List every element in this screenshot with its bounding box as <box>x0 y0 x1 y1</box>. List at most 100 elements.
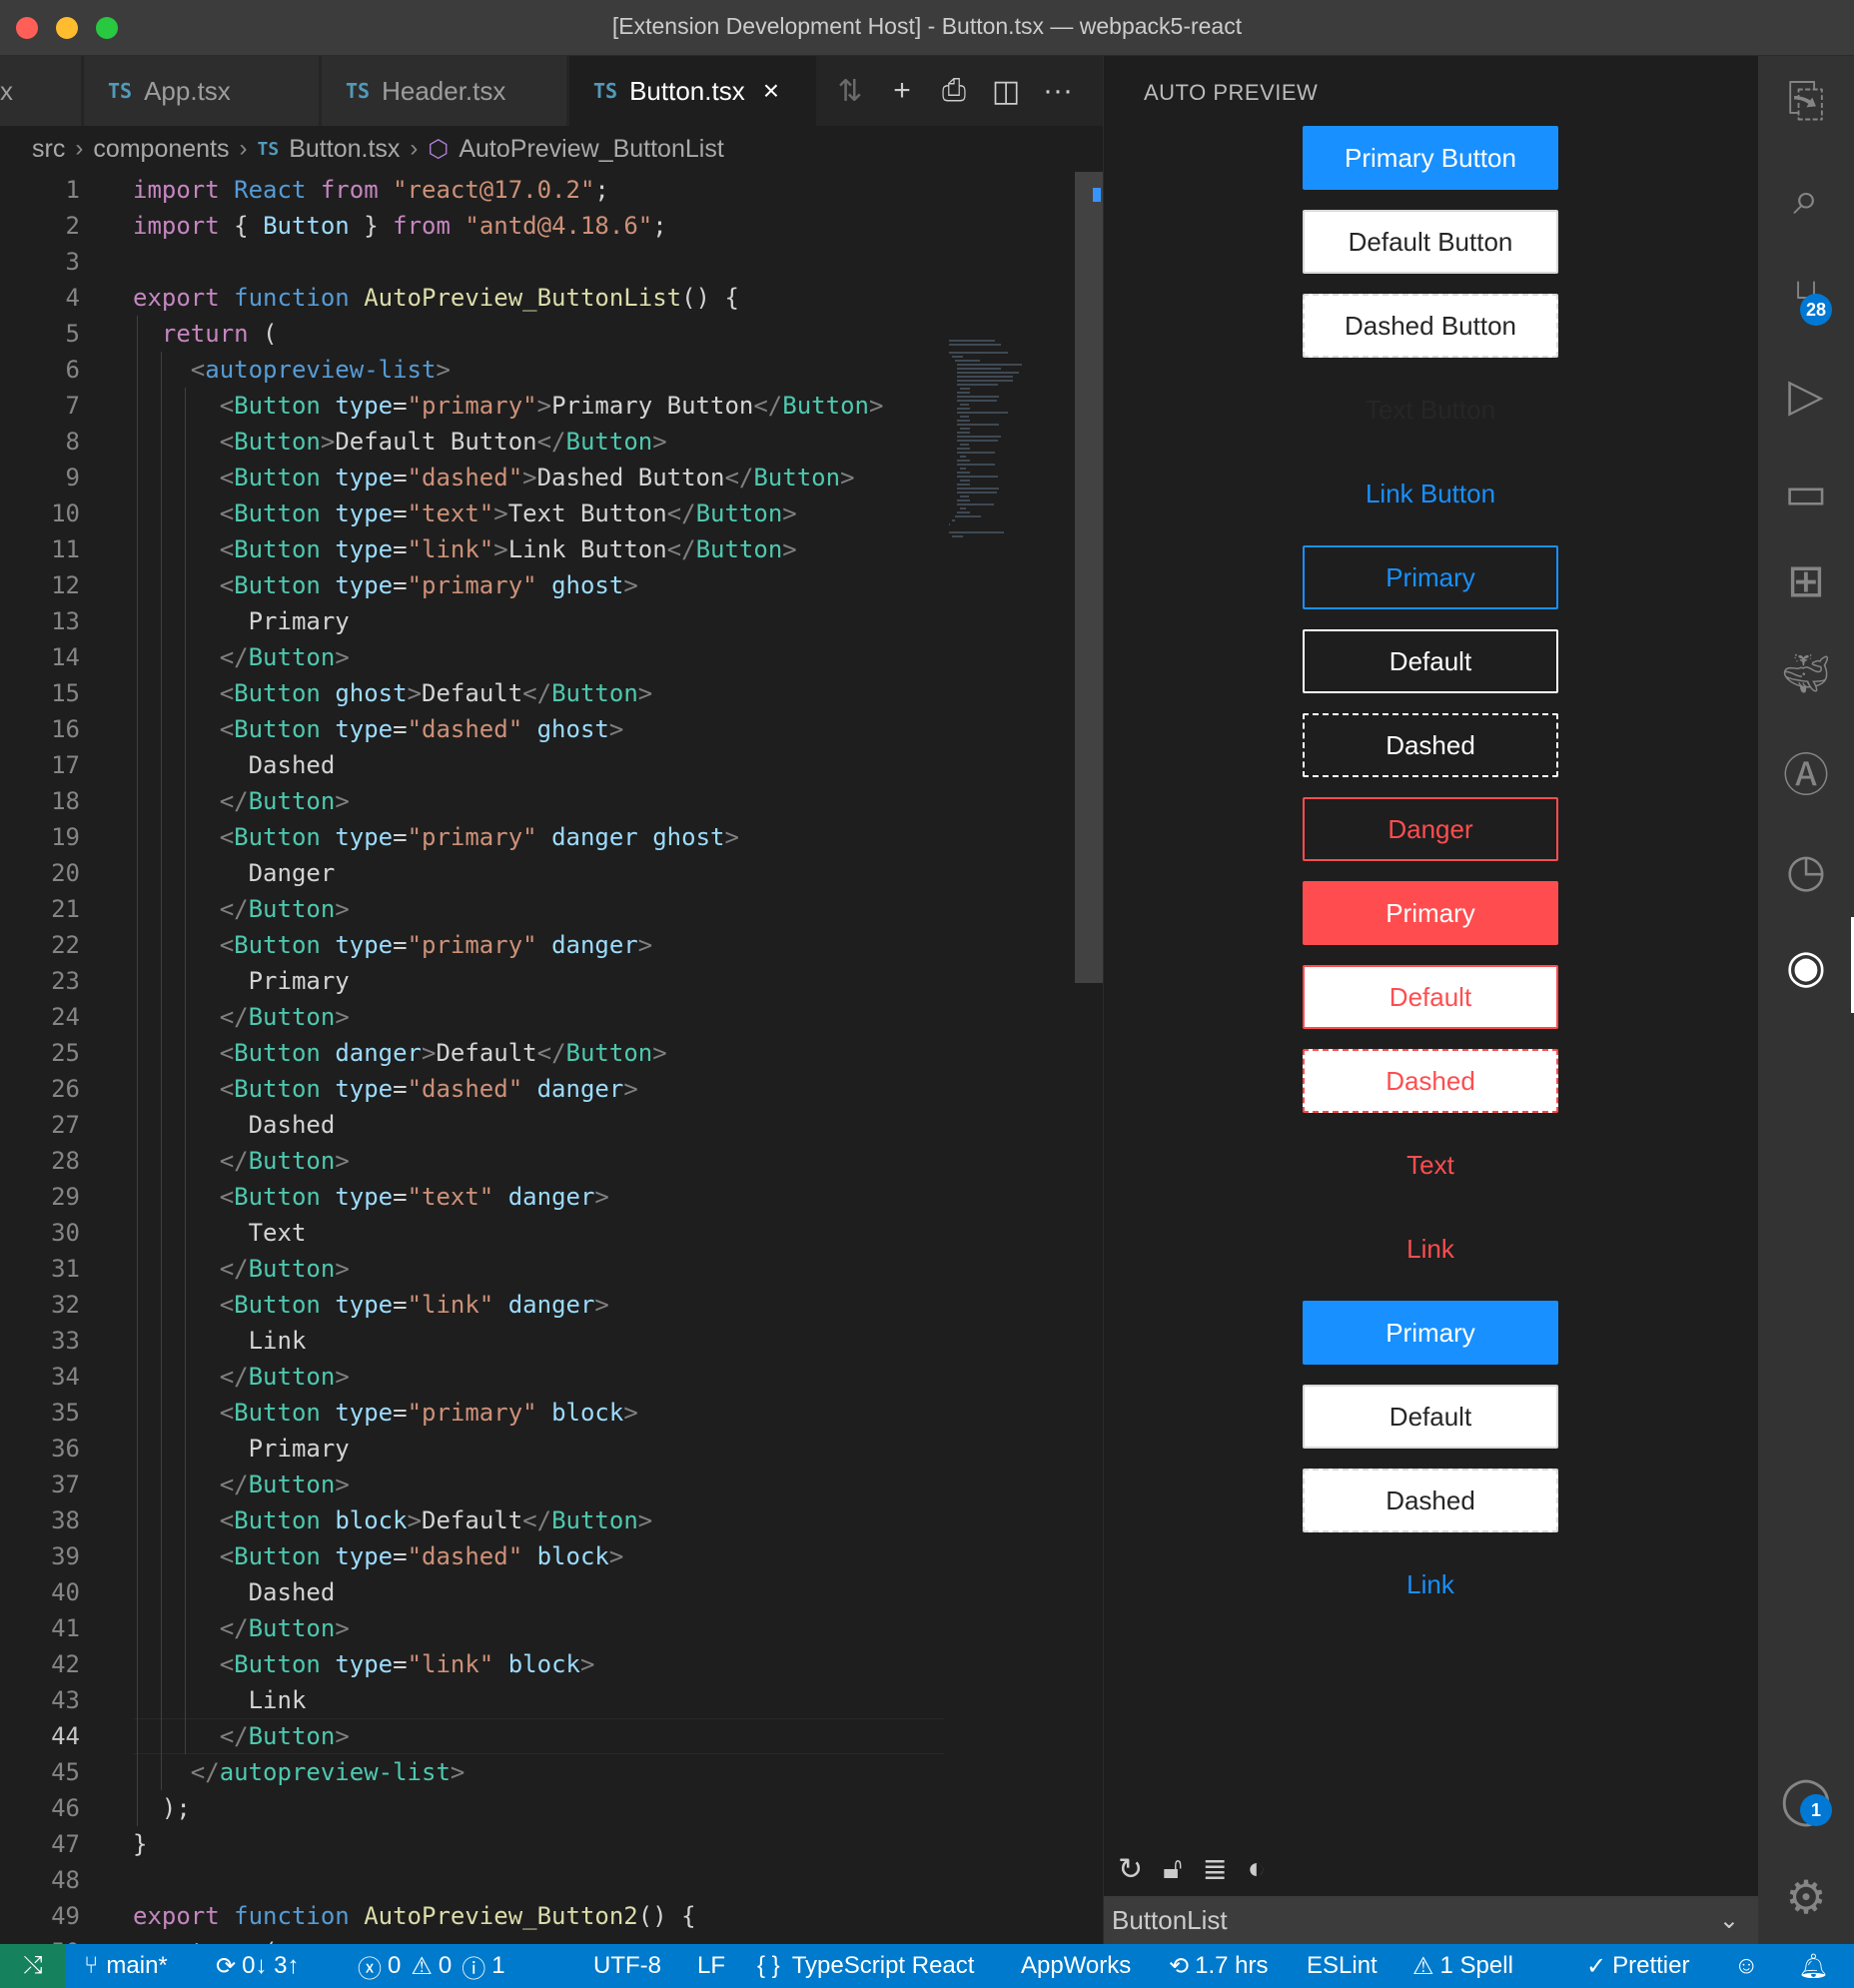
code-token: Button <box>782 392 869 420</box>
preview-button[interactable]: Dashed <box>1303 1049 1558 1113</box>
code-token: < <box>219 464 235 492</box>
remote-explorer-icon[interactable]: ▭ <box>1758 458 1854 527</box>
editor-scrollbar[interactable] <box>1075 172 1103 983</box>
tab-partial[interactable]: x <box>0 56 82 126</box>
auto-preview-icon[interactable]: ◉ <box>1758 931 1854 1001</box>
git-compare-icon[interactable]: ⇅ <box>835 74 865 109</box>
code-token: Button <box>248 643 336 671</box>
preview-button[interactable]: Link <box>1303 1217 1558 1281</box>
time-item[interactable]: ⟲ 1.7 hrs <box>1169 1944 1268 1988</box>
code-line[interactable]: 50 return ( <box>0 1934 1075 1944</box>
spell-item[interactable]: ⚠ 1 Spell <box>1412 1944 1513 1988</box>
preview-button[interactable]: Link Button <box>1303 462 1558 525</box>
code-token: type <box>335 1075 394 1103</box>
appworks-icon[interactable]: Ⓐ <box>1758 737 1854 807</box>
code-token: Button <box>248 895 336 923</box>
line-number: 25 <box>51 1039 80 1067</box>
code-line[interactable]: 4 export function AutoPreview_ButtonList(… <box>0 280 1075 316</box>
preview-button[interactable]: Default <box>1303 629 1558 693</box>
preview-button[interactable]: Default Button <box>1303 210 1558 274</box>
preview-button[interactable]: Danger <box>1303 797 1558 861</box>
code-token: = <box>393 715 408 743</box>
code-text: </autopreview-list> <box>133 1754 465 1790</box>
line-number: 47 <box>51 1830 80 1858</box>
refresh-icon[interactable]: ↻ <box>1118 1852 1143 1887</box>
preview-button[interactable]: Primary <box>1303 545 1558 609</box>
extensions-icon[interactable]: ⊞ <box>1758 545 1854 615</box>
prettier-item[interactable]: ✓ Prettier <box>1586 1944 1689 1988</box>
preview-button[interactable]: Default <box>1303 1385 1558 1449</box>
search-icon[interactable]: ⌕ <box>1758 164 1854 234</box>
code-line[interactable]: 47} <box>0 1826 1075 1862</box>
preview-button[interactable]: Primary <box>1303 1301 1558 1365</box>
code-token: = <box>393 1291 408 1319</box>
code-line[interactable]: 3 <box>0 244 1075 280</box>
preview-button[interactable]: Text Button <box>1303 378 1558 442</box>
notifications-icon[interactable]: 🔔︎ <box>1798 1944 1828 1988</box>
code-line[interactable]: 48 <box>0 1862 1075 1898</box>
timer-icon[interactable]: ◷ <box>1758 835 1854 905</box>
sync-counts: 0↓ 3↑ <box>242 1952 300 1979</box>
docker-icon[interactable]: 🐳︎ <box>1758 639 1854 709</box>
split-editor-icon[interactable]: ◫ <box>991 74 1021 109</box>
code-token: () { <box>681 284 739 312</box>
run-debug-icon[interactable]: ▷ <box>1758 360 1854 430</box>
breadcrumb-components[interactable]: components <box>93 135 229 164</box>
code-editor[interactable]: 1 import React from "react@17.0.2"; 2 impor… <box>0 172 1075 1944</box>
minimap[interactable] <box>949 340 1071 579</box>
remote-indicator[interactable]: ⤭ <box>0 1944 66 1988</box>
code-text: <Button ghost>Default</Button> <box>133 675 653 711</box>
component-select[interactable]: ButtonList ⌄ <box>1104 1896 1759 1944</box>
unlock-icon[interactable]: 🔓︎ <box>1163 1852 1182 1887</box>
code-line[interactable]: 49 export function AutoPreview_Button2() … <box>0 1898 1075 1934</box>
problems-item[interactable]: ⓧ 0 ⚠ 0 ⓘ 1 <box>358 1944 505 1988</box>
list-icon[interactable]: ≣ <box>1203 1852 1228 1887</box>
breadcrumb-symbol[interactable]: AutoPreview_ButtonList <box>459 135 723 164</box>
tab-app-tsx[interactable]: TS App.tsx <box>84 56 320 126</box>
preview-button[interactable]: Default <box>1303 965 1558 1029</box>
breadcrumb-src[interactable]: src <box>32 135 65 164</box>
language-item[interactable]: { } TypeScript React <box>757 1944 974 1988</box>
close-tab-icon[interactable]: × <box>763 75 779 107</box>
code-line[interactable]: 1 import React from "react@17.0.2"; <box>0 172 1075 208</box>
code-token: type <box>335 571 394 599</box>
appworks-item[interactable]: AppWorks <box>1021 1944 1131 1988</box>
eol-item[interactable]: LF <box>697 1944 725 1988</box>
code-line[interactable]: 2 import { Button } from "antd@4.18.6"; <box>0 208 1075 244</box>
plus-icon[interactable]: + <box>887 74 917 108</box>
preview-button[interactable]: Dashed <box>1303 713 1558 777</box>
open-preview-icon[interactable]: ⎙ <box>939 74 969 108</box>
preview-button[interactable]: Text <box>1303 1133 1558 1197</box>
feedback-icon[interactable]: ☺ <box>1734 1944 1759 1988</box>
preview-button[interactable]: Link <box>1303 1552 1558 1616</box>
warning-icon: ⚠ <box>1412 1952 1434 1980</box>
more-actions-icon[interactable]: ··· <box>1043 74 1073 108</box>
contrast-icon[interactable]: ◐ <box>1248 1852 1266 1887</box>
preview-button[interactable]: Dashed <box>1303 1469 1558 1532</box>
code-token: > <box>637 931 653 959</box>
code-line[interactable]: 5 return ( <box>0 316 1075 352</box>
preview-button[interactable]: Dashed Button <box>1303 294 1558 358</box>
preview-button[interactable]: Primary Button <box>1303 126 1558 190</box>
eslint-item[interactable]: ESLint <box>1307 1944 1378 1988</box>
title-bar: [Extension Development Host] - Button.ts… <box>0 0 1854 56</box>
line-number: 8 <box>65 428 80 456</box>
settings-gear-icon[interactable]: ⚙ <box>1758 1862 1854 1932</box>
encoding-item[interactable]: UTF-8 <box>593 1944 661 1988</box>
code-token: > <box>335 1147 350 1175</box>
explorer-icon[interactable]: ⎘ <box>1758 66 1854 136</box>
tab-header-tsx[interactable]: TS Header.tsx <box>322 56 567 126</box>
code-line[interactable]: 46 ); <box>0 1790 1075 1826</box>
tab-button-tsx[interactable]: TS Button.tsx × <box>569 56 817 126</box>
branch-item[interactable]: ⑂ main* <box>84 1944 168 1988</box>
sync-icon: ⟳ <box>216 1952 237 1980</box>
preview-button[interactable]: Primary <box>1303 881 1558 945</box>
breadcrumb-file[interactable]: Button.tsx <box>289 135 400 164</box>
sync-item[interactable]: ⟳ 0↓ 3↑ <box>216 1944 299 1988</box>
code-token: type <box>335 823 394 851</box>
